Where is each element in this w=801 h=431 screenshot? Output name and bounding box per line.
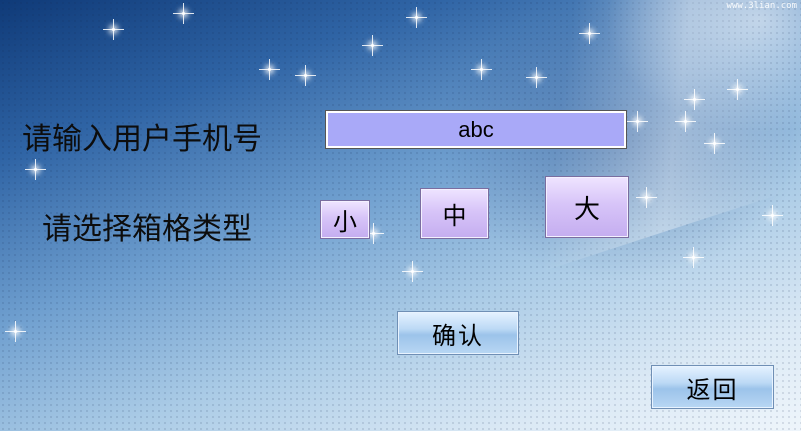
star-decoration [526, 67, 547, 88]
star-decoration [627, 111, 648, 132]
star-decoration [683, 247, 704, 268]
box-type-label: 请选择箱格类型 [42, 212, 252, 247]
star-decoration [762, 205, 783, 226]
star-decoration [362, 35, 383, 56]
size-medium-button[interactable]: 中 [420, 188, 489, 239]
star-decoration [471, 59, 492, 80]
size-large-button[interactable]: 大 [545, 176, 629, 238]
back-button[interactable]: 返回 [651, 365, 774, 409]
star-decoration [363, 223, 384, 244]
size-small-button[interactable]: 小 [320, 200, 370, 239]
star-decoration [704, 133, 725, 154]
star-decoration [25, 159, 46, 180]
star-decoration [103, 19, 124, 40]
star-decoration [684, 89, 705, 110]
star-decoration [675, 111, 696, 132]
star-decoration [295, 65, 316, 86]
confirm-button[interactable]: 确认 [397, 311, 519, 355]
watermark-text: www.3lian.com [726, 1, 797, 11]
star-decoration [406, 7, 427, 28]
star-decoration [727, 79, 748, 100]
star-decoration [259, 59, 280, 80]
star-decoration [173, 3, 194, 24]
star-decoration [579, 23, 600, 44]
phone-label: 请输入用户手机号 [22, 122, 262, 157]
star-decoration [5, 321, 26, 342]
star-decoration [402, 261, 423, 282]
star-decoration [636, 187, 657, 208]
phone-input[interactable] [325, 110, 627, 149]
